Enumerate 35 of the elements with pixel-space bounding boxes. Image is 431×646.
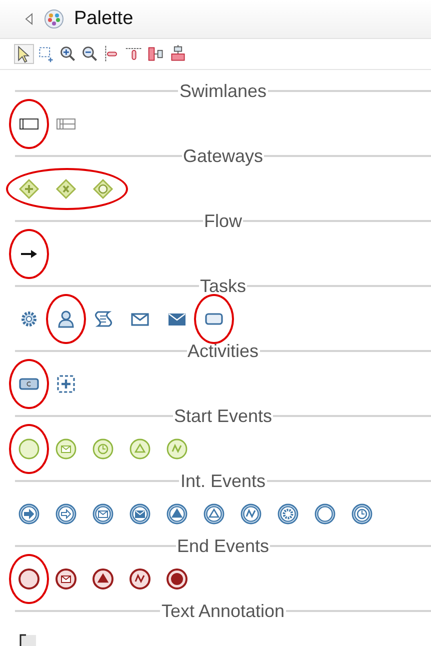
cog-circle-icon[interactable] bbox=[277, 502, 299, 524]
arrow-circle-icon[interactable] bbox=[18, 502, 40, 524]
section-heading[interactable]: Int. Events bbox=[179, 470, 267, 492]
zigzag-circle-icon[interactable] bbox=[129, 568, 151, 590]
section-heading[interactable]: Swimlanes bbox=[178, 80, 268, 102]
collapse-icon[interactable] bbox=[24, 13, 34, 25]
toolbar-button[interactable] bbox=[80, 44, 100, 64]
circle-icon[interactable] bbox=[314, 502, 336, 524]
section-heading[interactable]: End Events bbox=[176, 536, 270, 556]
palette-title: Palette bbox=[74, 8, 134, 30]
zigzag-circle-icon[interactable] bbox=[240, 502, 262, 524]
triangle-circle-icon[interactable] bbox=[92, 568, 114, 590]
section-heading[interactable]: Text Annotation bbox=[160, 600, 286, 622]
toolbar-button[interactable] bbox=[14, 44, 34, 64]
section-heading[interactable]: Flow bbox=[203, 210, 244, 232]
triangle-circle-icon[interactable] bbox=[203, 502, 225, 524]
toolbar-button[interactable] bbox=[58, 44, 78, 64]
envelope-circle-icon[interactable] bbox=[55, 568, 77, 590]
match-height-icon bbox=[169, 44, 187, 64]
triangle-circle-icon[interactable] bbox=[166, 502, 188, 524]
palette-icon bbox=[44, 9, 64, 29]
diamond-plus-icon[interactable] bbox=[18, 178, 40, 200]
circle-icon[interactable] bbox=[18, 568, 40, 590]
zoom-out-icon bbox=[81, 44, 99, 64]
zoom-in-icon bbox=[59, 44, 77, 64]
diamond-x-icon[interactable] bbox=[55, 178, 77, 200]
envelope-circle-icon[interactable] bbox=[129, 502, 151, 524]
clock-circle-icon[interactable] bbox=[351, 502, 373, 524]
section-heading[interactable]: Tasks bbox=[199, 276, 248, 296]
section-heading[interactable]: Gateways bbox=[182, 146, 264, 166]
envelope-circle-icon[interactable] bbox=[92, 502, 114, 524]
section-heading[interactable]: Start Events bbox=[172, 406, 274, 426]
section-heading[interactable]: Activities bbox=[186, 340, 260, 362]
dot-circle-icon[interactable] bbox=[166, 568, 188, 590]
arrow-circle-icon[interactable] bbox=[55, 502, 77, 524]
